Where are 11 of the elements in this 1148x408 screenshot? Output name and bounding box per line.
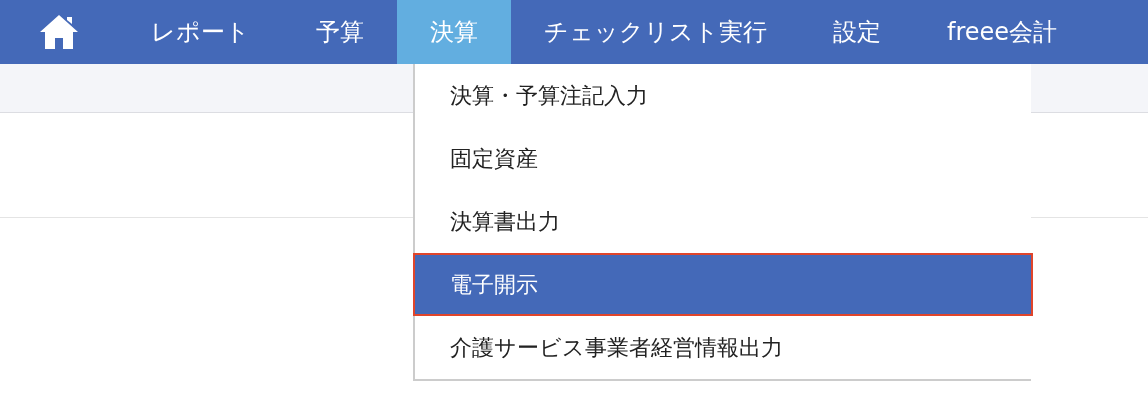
menu-item[interactable]: 介護サービス事業者経営情報出力 xyxy=(413,316,1031,379)
nav-tab[interactable]: freee会計 xyxy=(914,0,1091,64)
nav-tab[interactable]: 設定 xyxy=(800,0,914,64)
nav-tab[interactable]: 予算 xyxy=(283,0,397,64)
home-icon xyxy=(39,14,79,50)
nav-tab[interactable]: チェックリスト実行 xyxy=(511,0,800,64)
menu-item[interactable]: 固定資産 xyxy=(413,127,1031,190)
menu-item[interactable]: 決算・予算注記入力 xyxy=(413,64,1031,127)
menu-item[interactable]: 決算書出力 xyxy=(413,190,1031,253)
menu-item[interactable]: 電子開示 xyxy=(413,253,1033,316)
nav-tab[interactable]: レポート xyxy=(118,0,283,64)
